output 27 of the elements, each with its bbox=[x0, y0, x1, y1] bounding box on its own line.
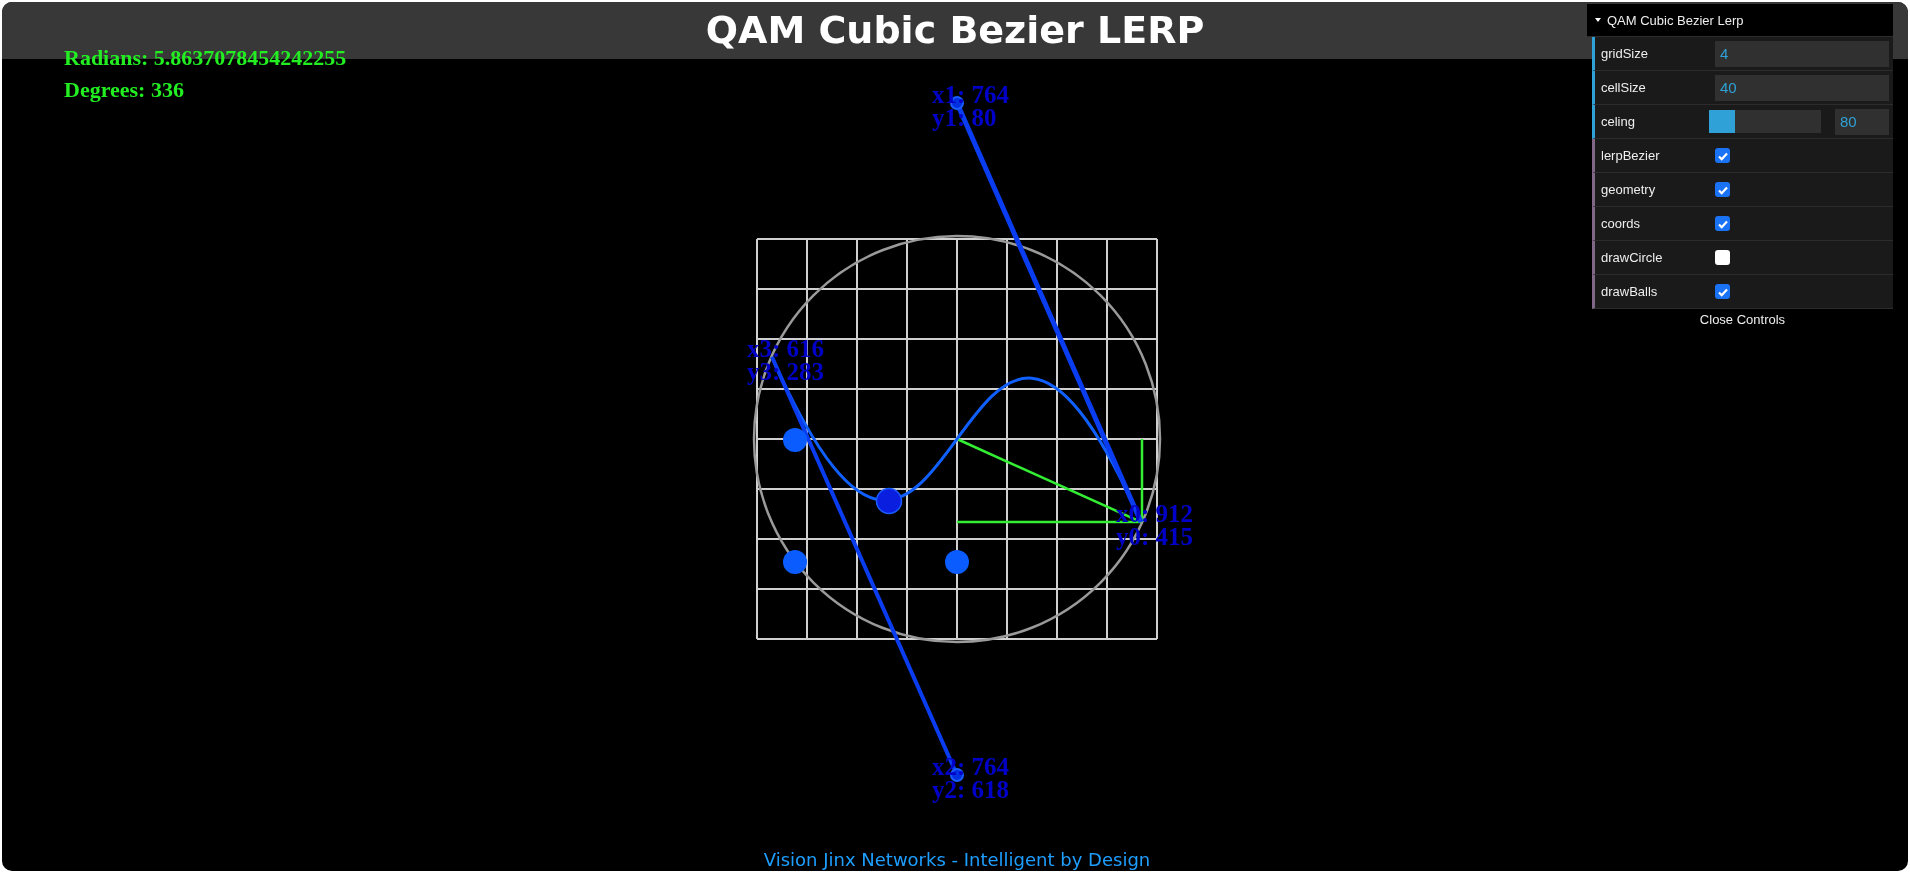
footer-text: Vision Jinx Networks - Intelligent by Design bbox=[763, 849, 1151, 870]
control-label: cellSize bbox=[1600, 80, 1647, 95]
ball bbox=[783, 428, 807, 452]
readout-text: Radians: 5.8637078454242255 bbox=[64, 44, 347, 72]
number-field[interactable]: 40 bbox=[1715, 74, 1889, 101]
control-label: celing bbox=[1600, 114, 1636, 129]
ball bbox=[945, 550, 969, 574]
number-field[interactable]: 80 bbox=[1835, 108, 1889, 135]
checkbox[interactable] bbox=[1715, 284, 1730, 299]
coordinate-label: y2: 618 bbox=[932, 776, 1010, 803]
ball bbox=[875, 487, 903, 515]
checkbox[interactable] bbox=[1715, 182, 1730, 197]
checkbox[interactable] bbox=[1715, 216, 1730, 231]
slider-track[interactable] bbox=[1709, 110, 1821, 133]
control-label: drawCircle bbox=[1600, 250, 1664, 265]
panel-title[interactable]: QAM Cubic Bezier Lerp bbox=[1587, 4, 1893, 37]
number-field[interactable]: 4 bbox=[1715, 40, 1889, 67]
readout-text: Degrees: 336 bbox=[64, 76, 185, 104]
control-label: drawBalls bbox=[1600, 284, 1659, 299]
control-label: gridSize bbox=[1600, 46, 1649, 61]
checkbox[interactable] bbox=[1715, 250, 1730, 265]
checkbox[interactable] bbox=[1715, 148, 1730, 163]
control-label: lerpBezier bbox=[1600, 148, 1661, 163]
control-label: coords bbox=[1600, 216, 1642, 231]
control-label: geometry bbox=[1600, 182, 1657, 197]
page-title: QAM Cubic Bezier LERP bbox=[705, 8, 1205, 52]
ball bbox=[783, 550, 807, 574]
